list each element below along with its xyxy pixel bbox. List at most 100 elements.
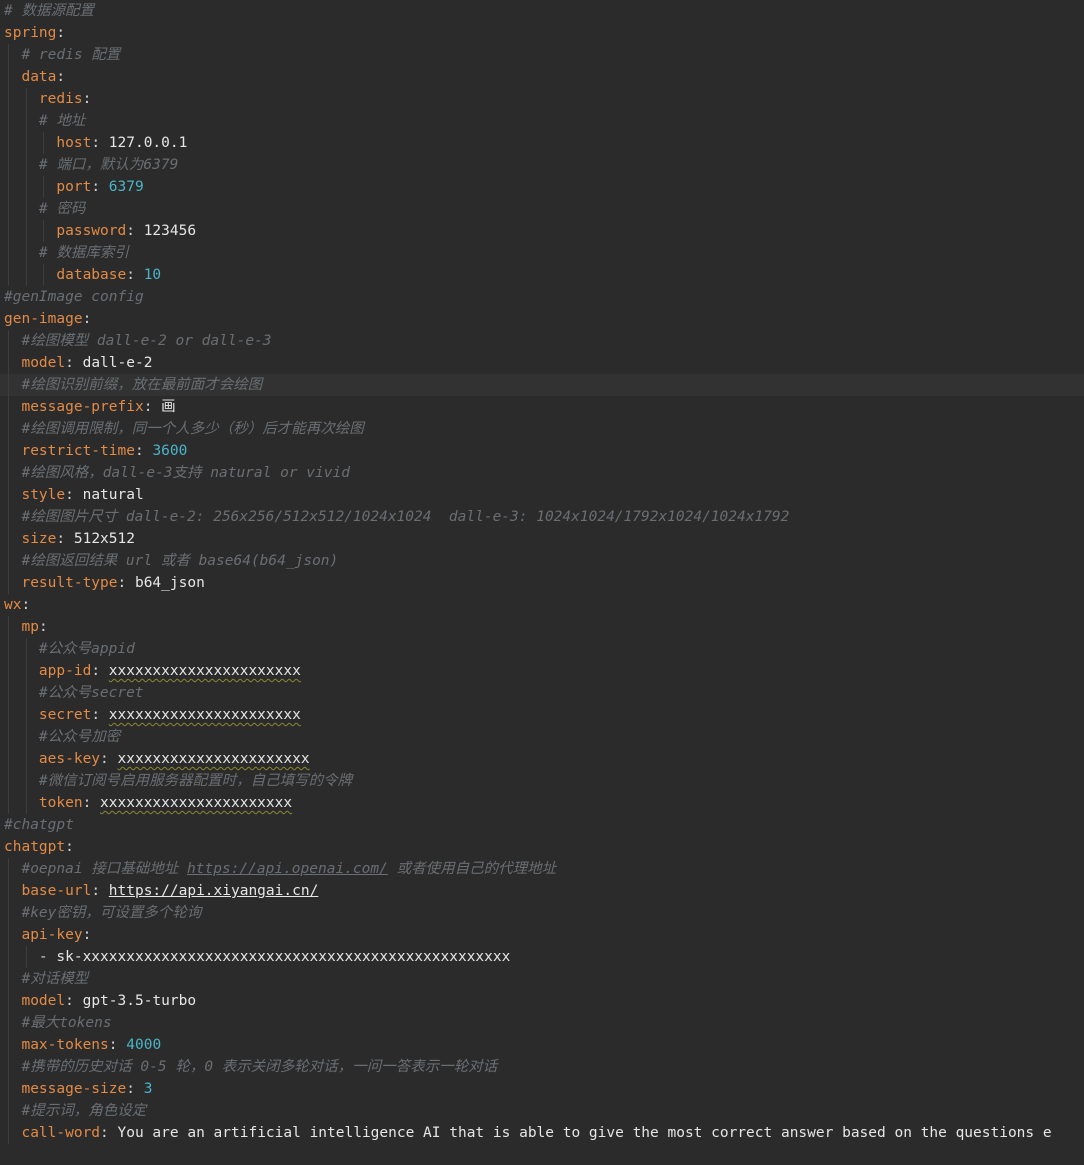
code-line[interactable]: #oepnai 接口基础地址 https://api.openai.com/ 或…: [0, 858, 1084, 880]
indent-guide: [8, 44, 9, 66]
code-line[interactable]: data:: [0, 66, 1084, 88]
code-line[interactable]: message-size: 3: [0, 1078, 1084, 1100]
indent-guide: [8, 968, 9, 990]
comment: #提示词，角色设定: [21, 1103, 147, 1119]
punctuation: :: [91, 135, 109, 151]
comment-link[interactable]: https://api.openai.com/: [187, 861, 388, 877]
code-line[interactable]: host: 127.0.0.1: [0, 132, 1084, 154]
code-line[interactable]: redis:: [0, 88, 1084, 110]
indent-guide: [8, 550, 9, 572]
indent-guide: [25, 198, 27, 220]
yaml-key: api-key: [21, 927, 83, 943]
comment: # 数据源配置: [4, 3, 94, 19]
code-line[interactable]: #key密钥，可设置多个轮询: [0, 902, 1084, 924]
yaml-key: size: [21, 531, 57, 547]
comment: #公众号secret: [38, 685, 144, 701]
code-line[interactable]: # 地址: [0, 110, 1084, 132]
comment: #携带的历史对话 0-5 轮，0 表示关闭多轮对话，一问一答表示一轮对话: [21, 1059, 498, 1075]
code-line[interactable]: spring:: [0, 22, 1084, 44]
code-line[interactable]: message-prefix: 画: [0, 396, 1084, 418]
comment: #oepnai 接口基础地址: [21, 861, 188, 877]
code-line[interactable]: #绘图模型 dall-e-2 or dall-e-3: [0, 330, 1084, 352]
code-line[interactable]: #绘图返回结果 url 或者 base64(b64_json): [0, 550, 1084, 572]
code-line[interactable]: #公众号secret: [0, 682, 1084, 704]
code-line[interactable]: #公众号加密: [0, 726, 1084, 748]
code-line[interactable]: # 密码: [0, 198, 1084, 220]
yaml-key: call-word: [21, 1125, 101, 1141]
indent-guide: [25, 242, 27, 264]
code-line[interactable]: chatgpt:: [0, 836, 1084, 858]
code-line[interactable]: call-word: You are an artificial intelli…: [0, 1122, 1084, 1144]
indent-guide: [8, 132, 9, 154]
indent-guide: [8, 1056, 9, 1078]
code-line[interactable]: #绘图图片尺寸 dall-e-2: 256x256/512x512/1024x1…: [0, 506, 1084, 528]
comment: #绘图识别前缀，放在最前面才会绘图: [21, 377, 263, 393]
code-line[interactable]: port: 6379: [0, 176, 1084, 198]
url-link[interactable]: https://api.xiyangai.cn/: [109, 883, 319, 899]
code-line[interactable]: gen-image:: [0, 308, 1084, 330]
code-line[interactable]: size: 512x512: [0, 528, 1084, 550]
code-line[interactable]: #公众号appid: [0, 638, 1084, 660]
indent-guide: [8, 638, 9, 660]
code-line[interactable]: #提示词，角色设定: [0, 1100, 1084, 1122]
code-line[interactable]: # redis 配置: [0, 44, 1084, 66]
code-line[interactable]: token: xxxxxxxxxxxxxxxxxxxxxx: [0, 792, 1084, 814]
code-line[interactable]: #对话模型: [0, 968, 1084, 990]
code-line[interactable]: api-key:: [0, 924, 1084, 946]
code-line[interactable]: model: gpt-3.5-turbo: [0, 990, 1084, 1012]
code-line[interactable]: style: natural: [0, 484, 1084, 506]
indent-guide: [8, 418, 9, 440]
code-line[interactable]: #绘图风格，dall-e-3支持 natural or vivid: [0, 462, 1084, 484]
yaml-key: model: [21, 993, 66, 1009]
code-line[interactable]: #最大tokens: [0, 1012, 1084, 1034]
punctuation: :: [65, 993, 83, 1009]
number-value: 10: [143, 267, 162, 283]
indent-guide: [8, 176, 9, 198]
code-line[interactable]: result-type: b64_json: [0, 572, 1084, 594]
indent-guide: [25, 264, 27, 286]
indent-guide: [8, 770, 9, 792]
code-line[interactable]: #绘图调用限制，同一个人多少（秒）后才能再次绘图: [0, 418, 1084, 440]
code-line[interactable]: max-tokens: 4000: [0, 1034, 1084, 1056]
indent-guide: [25, 682, 27, 704]
code-line[interactable]: #携带的历史对话 0-5 轮，0 表示关闭多轮对话，一问一答表示一轮对话: [0, 1056, 1084, 1078]
code-line[interactable]: mp:: [0, 616, 1084, 638]
punctuation: :: [117, 575, 135, 591]
comment: #genImage config: [4, 289, 144, 305]
yaml-key: mp: [21, 619, 39, 635]
indent-guide: [8, 242, 9, 264]
code-line[interactable]: # 端口，默认为6379: [0, 154, 1084, 176]
indent-guide: [25, 748, 27, 770]
current-code-line[interactable]: #绘图识别前缀，放在最前面才会绘图: [0, 374, 1084, 396]
code-line[interactable]: model: dall-e-2: [0, 352, 1084, 374]
code-line[interactable]: restrict-time: 3600: [0, 440, 1084, 462]
indent-guide: [25, 220, 27, 242]
code-line[interactable]: #chatgpt: [0, 814, 1084, 836]
code-line[interactable]: # 数据库索引: [0, 242, 1084, 264]
comment: #绘图调用限制，同一个人多少（秒）后才能再次绘图: [21, 421, 364, 437]
punctuation: :: [65, 487, 83, 503]
code-line[interactable]: password: 123456: [0, 220, 1084, 242]
code-line[interactable]: aes-key: xxxxxxxxxxxxxxxxxxxxxx: [0, 748, 1084, 770]
code-editor[interactable]: # 数据源配置 spring: # redis 配置 data: redis: #…: [0, 0, 1084, 1165]
code-line[interactable]: #genImage config: [0, 286, 1084, 308]
code-line[interactable]: secret: xxxxxxxxxxxxxxxxxxxxxx: [0, 704, 1084, 726]
code-line[interactable]: base-url: https://api.xiyangai.cn/: [0, 880, 1084, 902]
punctuation: :: [38, 619, 48, 635]
code-line[interactable]: #微信订阅号启用服务器配置时，自己填写的令牌: [0, 770, 1084, 792]
comment: 或者使用自己的代理地址: [387, 861, 557, 877]
code-line[interactable]: app-id: xxxxxxxxxxxxxxxxxxxxxx: [0, 660, 1084, 682]
code-line[interactable]: wx:: [0, 594, 1084, 616]
yaml-value-flagged: xxxxxxxxxxxxxxxxxxxxxx: [117, 751, 310, 767]
code-line[interactable]: - sk-xxxxxxxxxxxxxxxxxxxxxxxxxxxxxxxxxxx…: [0, 946, 1084, 968]
code-line[interactable]: database: 10: [0, 264, 1084, 286]
punctuation: :: [21, 597, 31, 613]
code-line[interactable]: # 数据源配置: [0, 0, 1084, 22]
indent-guide: [8, 264, 9, 286]
